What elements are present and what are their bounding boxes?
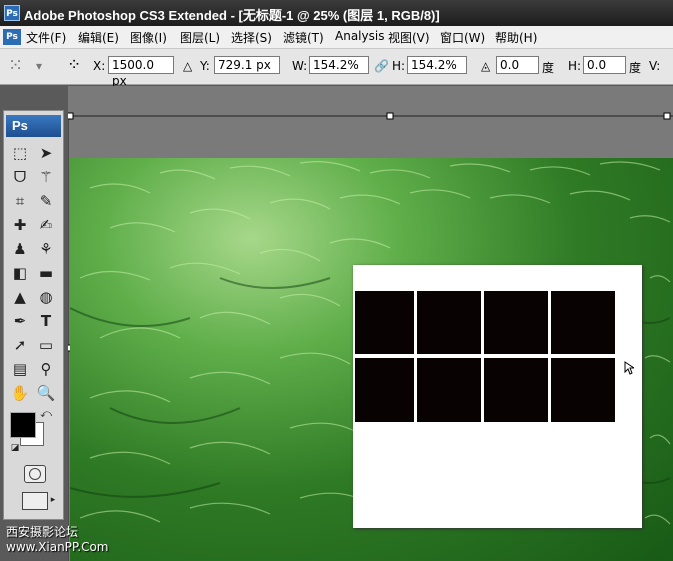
options-bar: ⁙ ▾ ⁘ X: 1500.0 px △ Y: 729.1 px W: 154.… (0, 49, 673, 88)
black-cell (417, 358, 481, 422)
black-cell (551, 291, 615, 354)
cursor-icon (624, 361, 634, 375)
tool-preset-icon[interactable]: ⁙ (8, 55, 23, 76)
menu-analysis[interactable]: Analysis (335, 29, 384, 43)
watermark-line-1: 西安摄影论坛 (6, 525, 79, 539)
link-icon[interactable]: 🔗 (374, 59, 389, 73)
y-position-field[interactable]: 729.1 px (214, 56, 280, 74)
y-label: Y: (200, 59, 210, 73)
paper-layer[interactable] (353, 265, 642, 528)
eyedropper-tool-icon[interactable]: ✎ (34, 191, 58, 211)
menu-file[interactable]: 文件(F) (26, 29, 66, 46)
reference-point-icon[interactable]: ⁘ (67, 55, 81, 75)
watermark: 西安摄影论坛 www.XianPP.Com (6, 525, 109, 555)
rotate-icon: ◬ (481, 59, 491, 73)
h-label: H: (392, 59, 406, 73)
menu-window[interactable]: 窗口(W) (440, 29, 485, 46)
h-skew-label: H: (568, 59, 582, 73)
screen-mode-icon[interactable] (22, 492, 48, 510)
width-field[interactable]: 154.2% (309, 56, 369, 74)
app-menu-icon[interactable]: Ps (3, 29, 21, 45)
swap-colors-icon[interactable]: ⤺ (38, 407, 54, 421)
x-label: X: (93, 59, 106, 73)
height-field[interactable]: 154.2% (407, 56, 467, 74)
history-brush-tool-icon[interactable]: ⚘ (34, 239, 58, 259)
screen-mode-arrow-icon[interactable]: ▸ (48, 493, 58, 507)
pen-tool-icon[interactable]: ✒ (8, 311, 32, 331)
zoom-tool-icon[interactable]: 🔍 (34, 383, 58, 403)
menu-layer[interactable]: 图层(L) (180, 29, 220, 46)
menu-image[interactable]: 图像(I) (130, 29, 167, 46)
marquee-tool-icon[interactable]: ⬚ (8, 143, 32, 163)
menu-filter[interactable]: 滤镜(T) (283, 29, 324, 46)
path-selection-tool-icon[interactable]: ➚ (8, 335, 32, 355)
black-cell (417, 291, 481, 354)
menu-select[interactable]: 选择(S) (231, 29, 272, 46)
quick-mask-icon[interactable] (24, 465, 46, 483)
notes-tool-icon[interactable]: ▤ (8, 359, 32, 379)
x-position-field[interactable]: 1500.0 px (108, 56, 174, 88)
black-cell (551, 358, 615, 422)
delta-icon[interactable]: △ (183, 59, 192, 73)
w-label: W: (292, 59, 308, 73)
default-colors-icon[interactable]: ◪ (8, 442, 22, 454)
black-cell (355, 358, 414, 422)
healing-brush-tool-icon[interactable]: ✚ (8, 215, 32, 235)
clone-stamp-tool-icon[interactable]: ♟ (8, 239, 32, 259)
blur-tool-icon[interactable]: ▲ (8, 287, 32, 307)
degree-unit: 度 (542, 61, 555, 75)
crop-tool-icon[interactable]: ⌗ (8, 191, 32, 211)
foreground-color-swatch[interactable] (10, 412, 36, 438)
type-tool-icon[interactable]: T (34, 311, 58, 331)
black-cell (484, 358, 548, 422)
window-title: Adobe Photoshop CS3 Extended - [无标题-1 @ … (24, 8, 440, 23)
black-cell (484, 291, 548, 354)
brush-tool-icon[interactable]: ✍ (34, 215, 58, 235)
hand-tool-icon[interactable]: ✋ (8, 383, 32, 403)
watermark-line-2: www.XianPP.Com (6, 540, 109, 554)
dodge-tool-icon[interactable]: ◍ (34, 287, 58, 307)
toolbox-panel: Ps ⬚ ➤ ᗜ ⚚ ⌗ ✎ ✚ ✍ ♟ ⚘ ◧ ▬ ▲ ◍ ✒ T ➚ ▭ ▤… (3, 110, 64, 520)
menu-help[interactable]: 帮助(H) (495, 29, 537, 46)
lasso-tool-icon[interactable]: ᗜ (8, 167, 32, 187)
shape-tool-icon[interactable]: ▭ (34, 335, 58, 355)
title-bar: Ps Adobe Photoshop CS3 Extended - [无标题-1… (0, 0, 673, 26)
v-skew-label: V: (649, 59, 661, 73)
eraser-tool-icon[interactable]: ◧ (8, 263, 32, 283)
eyedropper-sample-tool-icon[interactable]: ⚲ (34, 359, 58, 379)
toolbox-logo: Ps (6, 115, 61, 137)
menu-view[interactable]: 视图(V) (388, 29, 430, 46)
menu-bar: Ps 文件(F) 编辑(E) 图像(I) 图层(L) 选择(S) 滤镜(T) A… (0, 26, 673, 49)
photoshop-logo-icon: Ps (4, 5, 20, 21)
magic-wand-tool-icon[interactable]: ⚚ (34, 167, 58, 187)
menu-edit[interactable]: 编辑(E) (78, 29, 119, 46)
move-tool-icon[interactable]: ➤ (34, 143, 58, 163)
h-skew-unit: 度 (629, 61, 642, 75)
h-skew-field[interactable]: 0.0 (583, 56, 626, 74)
gradient-tool-icon[interactable]: ▬ (34, 263, 58, 283)
tool-preset-arrow-icon[interactable]: ▾ (36, 59, 42, 73)
black-cell (355, 291, 414, 354)
rotation-field[interactable]: 0.0 (496, 56, 539, 74)
